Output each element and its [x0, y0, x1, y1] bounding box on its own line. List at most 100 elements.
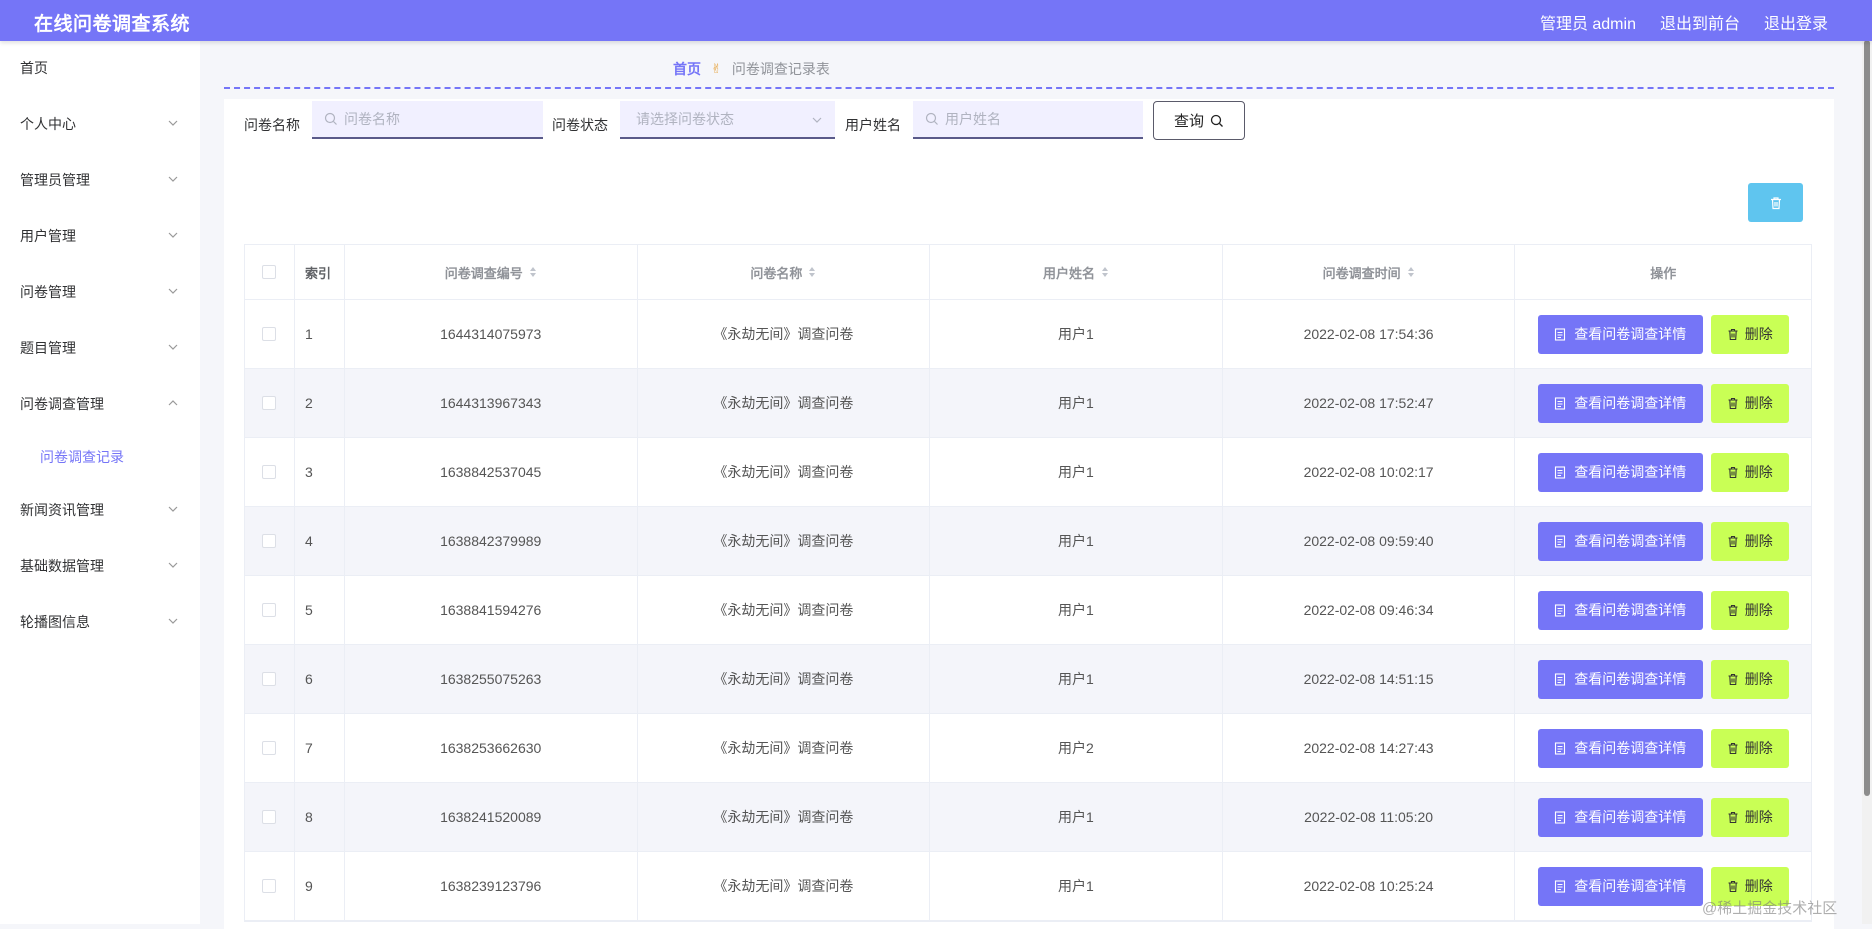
row-survey-time: 2022-02-08 17:54:36	[1223, 300, 1516, 368]
document-icon	[1555, 534, 1566, 548]
sidebar-item-profile[interactable]: 个人中心	[0, 106, 200, 142]
row-checkbox[interactable]	[262, 327, 277, 341]
view-details-button[interactable]: 查看问卷调查详情	[1537, 866, 1703, 906]
back-to-front-link[interactable]: 退出到前台	[1660, 10, 1740, 34]
select-all-checkbox[interactable]	[262, 265, 277, 279]
delete-label: 删除	[1744, 878, 1773, 894]
row-survey-name: 《永劫无间》调查问卷	[638, 438, 931, 506]
name-search-input[interactable]: 问卷名称	[312, 101, 543, 139]
delete-button[interactable]: 删除	[1710, 383, 1789, 423]
header-user-name[interactable]: 用户姓名	[930, 245, 1223, 299]
row-survey-code: 1638255075263	[345, 645, 638, 713]
view-details-button[interactable]: 查看问卷调查详情	[1537, 383, 1703, 423]
sort-icon[interactable]	[529, 266, 537, 278]
breadcrumb-home[interactable]: 首页	[673, 59, 701, 79]
main-content: 首页 ✌ 问卷调查记录表 问卷名称 问卷名称 问卷状态 请选择问卷状态 用户姓名…	[200, 41, 1862, 929]
table-row: 6 1638255075263 《永劫无间》调查问卷 用户1 2022-02-08 14…	[245, 645, 1811, 714]
logout-link[interactable]: 退出登录	[1764, 10, 1828, 34]
query-button[interactable]: 查询	[1153, 101, 1245, 140]
row-survey-name: 《永劫无间》调查问卷	[638, 783, 931, 851]
header-survey-name[interactable]: 问卷名称	[638, 245, 931, 299]
row-survey-code: 1644313967343	[345, 369, 638, 437]
sidebar: 首页 个人中心 管理员管理 用户管理 问卷管理 题目管理 问卷调查管理 问卷调查…	[0, 41, 200, 924]
sidebar-item-label: 题目管理	[20, 340, 76, 356]
document-icon	[1555, 465, 1566, 479]
delete-button[interactable]: 删除	[1710, 521, 1789, 561]
row-checkbox[interactable]	[262, 396, 277, 410]
row-user-name: 用户1	[930, 438, 1223, 506]
delete-label: 删除	[1744, 671, 1773, 687]
sidebar-item-users[interactable]: 用户管理	[0, 218, 200, 254]
sidebar-item-survey-management[interactable]: 问卷调查管理	[0, 386, 200, 422]
batch-delete-button[interactable]	[1748, 183, 1803, 222]
row-survey-time: 2022-02-08 11:05:20	[1223, 783, 1516, 851]
sort-icon[interactable]	[808, 266, 816, 278]
document-icon	[1555, 672, 1566, 686]
row-checkbox[interactable]	[262, 534, 277, 548]
sidebar-item-survey-records[interactable]: 问卷调查记录	[0, 439, 200, 475]
header-survey-time[interactable]: 问卷调查时间	[1223, 245, 1516, 299]
delete-button[interactable]: 删除	[1710, 314, 1789, 354]
view-details-button[interactable]: 查看问卷调查详情	[1537, 521, 1703, 561]
query-button-label: 查询	[1173, 113, 1204, 130]
breadcrumb: 首页 ✌ 问卷调查记录表	[673, 59, 830, 79]
view-details-button[interactable]: 查看问卷调查详情	[1537, 452, 1703, 492]
delete-button[interactable]: 删除	[1710, 452, 1789, 492]
view-details-label: 查看问卷调查详情	[1574, 326, 1687, 342]
delete-label: 删除	[1744, 326, 1773, 342]
sidebar-item-base-data[interactable]: 基础数据管理	[0, 548, 200, 584]
view-details-label: 查看问卷调查详情	[1574, 602, 1687, 618]
sidebar-item-carousel[interactable]: 轮播图信息	[0, 604, 200, 640]
sort-icon[interactable]	[1407, 266, 1415, 278]
page-scrollbar[interactable]	[1862, 0, 1872, 924]
chevron-up-icon	[168, 400, 178, 406]
scrollbar-thumb[interactable]	[1864, 40, 1870, 796]
delete-button[interactable]: 删除	[1710, 728, 1789, 768]
sidebar-item-questions[interactable]: 题目管理	[0, 330, 200, 366]
row-survey-name: 《永劫无间》调查问卷	[638, 507, 931, 575]
sidebar-item-admin[interactable]: 管理员管理	[0, 162, 200, 198]
row-checkbox-cell	[245, 507, 295, 575]
row-checkbox-cell	[245, 783, 295, 851]
user-search-input[interactable]: 用户姓名	[913, 101, 1143, 139]
row-user-name: 用户1	[930, 645, 1223, 713]
row-checkbox[interactable]	[262, 741, 277, 755]
row-survey-time: 2022-02-08 17:52:47	[1223, 369, 1516, 437]
view-details-button[interactable]: 查看问卷调查详情	[1537, 590, 1703, 630]
delete-button[interactable]: 删除	[1710, 797, 1789, 837]
chevron-down-icon	[168, 232, 178, 238]
row-operations: 查看问卷调查详情 删除	[1515, 300, 1811, 368]
delete-label: 删除	[1744, 395, 1773, 411]
sort-icon[interactable]	[1101, 266, 1109, 278]
row-survey-code: 1644314075973	[345, 300, 638, 368]
chevron-down-icon	[168, 120, 178, 126]
delete-button[interactable]: 删除	[1710, 590, 1789, 630]
delete-label: 删除	[1744, 740, 1773, 756]
row-user-name: 用户1	[930, 783, 1223, 851]
view-details-button[interactable]: 查看问卷调查详情	[1537, 728, 1703, 768]
sidebar-item-questionnaires[interactable]: 问卷管理	[0, 274, 200, 310]
row-survey-name: 《永劫无间》调查问卷	[638, 369, 931, 437]
row-checkbox-cell	[245, 300, 295, 368]
status-select[interactable]: 请选择问卷状态	[620, 101, 835, 139]
row-checkbox[interactable]	[262, 879, 277, 893]
view-details-button[interactable]: 查看问卷调查详情	[1537, 797, 1703, 837]
header-survey-code[interactable]: 问卷调查编号	[345, 245, 638, 299]
row-checkbox[interactable]	[262, 603, 277, 617]
row-checkbox[interactable]	[262, 465, 277, 479]
row-operations: 查看问卷调查详情 删除	[1515, 714, 1811, 782]
delete-button[interactable]: 删除	[1710, 659, 1789, 699]
admin-user-label[interactable]: 管理员 admin	[1540, 10, 1636, 34]
row-checkbox[interactable]	[262, 672, 277, 686]
row-checkbox[interactable]	[262, 810, 277, 824]
trash-icon	[1728, 397, 1738, 409]
trash-icon	[1728, 811, 1738, 823]
view-details-label: 查看问卷调查详情	[1574, 809, 1687, 825]
view-details-button[interactable]: 查看问卷调查详情	[1537, 314, 1703, 354]
sidebar-item-news[interactable]: 新闻资讯管理	[0, 492, 200, 528]
trash-icon	[1770, 196, 1781, 209]
sidebar-item-home[interactable]: 首页	[0, 50, 200, 86]
view-details-button[interactable]: 查看问卷调查详情	[1537, 659, 1703, 699]
chevron-down-icon	[168, 344, 178, 350]
row-operations: 查看问卷调查详情 删除	[1515, 576, 1811, 644]
